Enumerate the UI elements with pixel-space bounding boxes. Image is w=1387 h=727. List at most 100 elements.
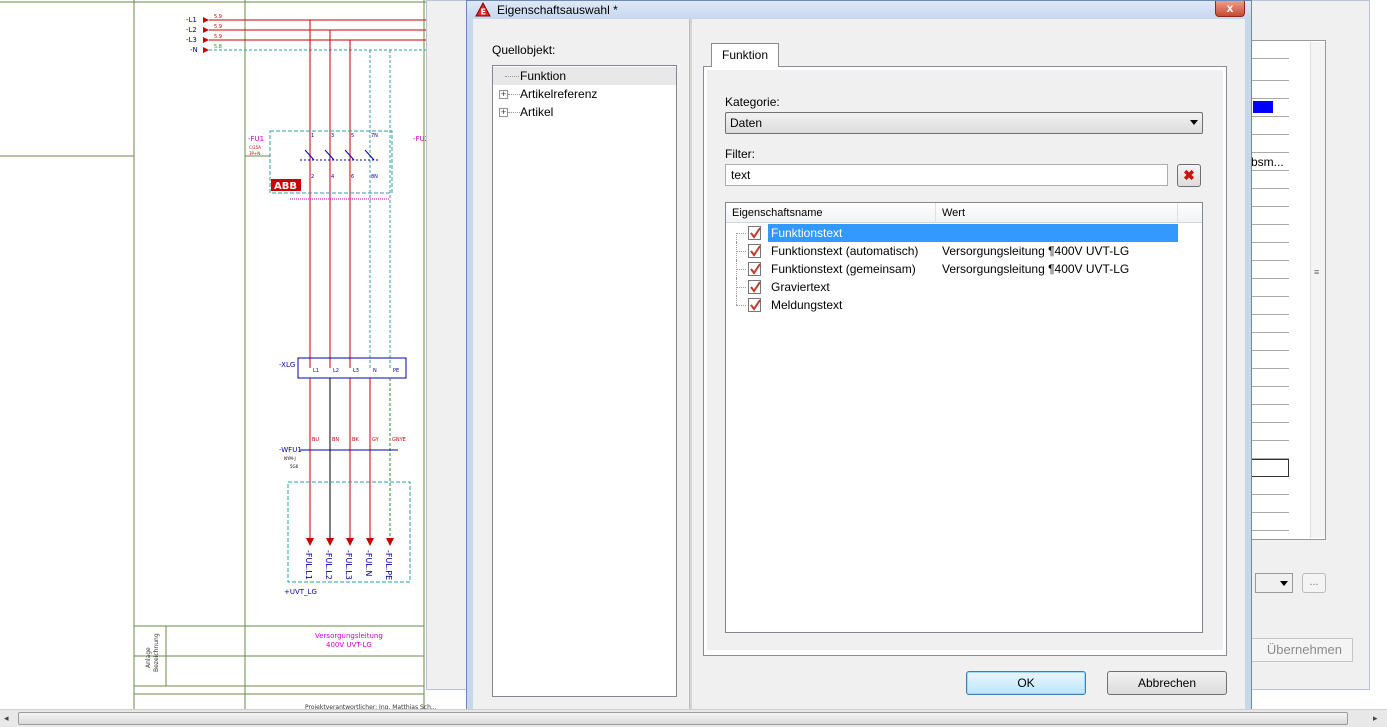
cancel-button[interactable]: Abbrechen (1107, 671, 1227, 695)
tree-item-funktion[interactable]: Funktion (493, 67, 676, 85)
horizontal-scrollbar[interactable]: ◂ ▸ (0, 709, 1387, 727)
cable-color-bu: BU (312, 437, 319, 443)
scroll-grip-icon: ≡ (1314, 267, 1320, 277)
property-row[interactable]: Funktionstext (gemeinsam) Versorgungslei… (726, 260, 1202, 278)
terminal-pin-l1: L1 (313, 368, 319, 374)
tree-connector (505, 76, 519, 77)
side-label-2: Bezeichnung (153, 633, 160, 672)
cable-spec-1: NYM-J (284, 456, 296, 461)
cable-color-bk: BK (352, 437, 359, 443)
category-select[interactable]: Daten (725, 112, 1203, 134)
app-icon: E (475, 2, 491, 17)
title-line-1: Versorgungsleitung (315, 632, 383, 640)
fuse-pin-1: 1 (311, 133, 314, 139)
fuse-pin-5: 5 (351, 133, 354, 139)
ok-button[interactable]: OK (966, 671, 1086, 695)
tree-connector (508, 112, 520, 113)
background-scrollbar[interactable]: ≡ (1310, 42, 1325, 538)
filter-label: Filter: (725, 147, 755, 161)
fuse-pin-7n: 7N (371, 133, 378, 139)
category-label: Kategorie: (725, 95, 780, 109)
fuse-pin-4: 4 (331, 174, 334, 180)
property-list[interactable]: Eigenschaftsname Wert Funktionstext Funk… (725, 202, 1203, 633)
scroll-right-icon[interactable]: ▸ (1373, 713, 1378, 724)
category-value: Daten (730, 116, 763, 130)
source-object-tree[interactable]: Funktion + Artikelreferenz + Artikel (492, 65, 677, 697)
supply-label-l2: -L2 (186, 26, 197, 34)
property-name: Funktionstext (automatisch) (771, 244, 919, 258)
tree-item-label: Funktion (520, 69, 567, 83)
checkbox-checked-icon[interactable] (748, 262, 761, 276)
property-name: Funktionstext (gemeinsam) (771, 262, 916, 276)
checkbox-checked-icon[interactable] (748, 280, 761, 294)
supply-ref-l3: 5.9 (214, 34, 222, 40)
property-name: Funktionstext (768, 224, 1178, 242)
property-selection-dialog: E Eigenschaftsauswahl * x Quellobjekt: F… (466, 0, 1252, 722)
property-list-header: Eigenschaftsname Wert (726, 203, 1202, 223)
fuse-pin-2: 2 (311, 174, 314, 180)
cable-color-gy: GY (372, 437, 380, 443)
property-name: Meldungstext (771, 298, 843, 312)
terminal-tag: -XLG (279, 361, 295, 369)
chevron-down-icon (1190, 120, 1198, 125)
tree-item-label: Artikel (520, 105, 554, 119)
tree-item-artikelreferenz[interactable]: + Artikelreferenz (493, 85, 676, 103)
property-row[interactable]: Meldungstext (726, 296, 1202, 314)
terminal-pin-n: N (373, 368, 377, 374)
filter-input[interactable]: text (725, 164, 1168, 186)
close-icon: ✖ (1183, 167, 1195, 183)
dialog-titlebar[interactable]: E Eigenschaftsauswahl * x (467, 1, 1251, 19)
side-label-1: Anlage (145, 647, 152, 668)
dialog-body: Quellobjekt: Funktion + Artikelreferenz … (473, 19, 1245, 715)
scrollbar-thumb[interactable] (18, 712, 1348, 725)
target-l2: -FUL.L2 (324, 550, 333, 580)
tree-item-artikel[interactable]: + Artikel (493, 103, 676, 121)
cable-color-gnye: GNYE (392, 437, 406, 443)
tree-connector (508, 94, 520, 95)
property-value: Versorgungsleitung ¶400V UVT-LG (942, 244, 1130, 258)
apply-button[interactable]: Übernehmen (1247, 638, 1353, 662)
supply-ref-l1: 5.9 (214, 14, 222, 20)
dialog-title: Eigenschaftsauswahl * (497, 3, 618, 17)
terminal-pin-pe: PE (393, 368, 399, 374)
property-value: Versorgungsleitung ¶400V UVT-LG (942, 262, 1130, 276)
source-object-label: Quellobjekt: (492, 43, 556, 57)
supply-label-l3: -L3 (186, 36, 197, 44)
supply-label-l1: -L1 (186, 16, 197, 24)
checkbox-checked-icon[interactable] (748, 226, 761, 240)
fuse-pin-8n: 8N (371, 174, 378, 180)
property-name: Graviertext (771, 280, 830, 294)
background-cell: bsm... (1249, 153, 1289, 171)
column-header-value[interactable]: Wert (936, 203, 1178, 223)
svg-text:E: E (481, 8, 486, 17)
ellipsis-button[interactable]: ... (1302, 573, 1326, 593)
property-row[interactable]: Graviertext (726, 278, 1202, 296)
target-l1: -FUL.L1 (304, 550, 313, 580)
panel-splitter[interactable] (689, 19, 692, 715)
tab-funktion[interactable]: Funktion (711, 43, 779, 67)
property-row[interactable]: Funktionstext (automatisch) Versorgungsl… (726, 242, 1202, 260)
fuse-spec-2: 3P+N (249, 151, 260, 156)
expand-icon[interactable]: + (499, 108, 508, 117)
fuse-pin-3: 3 (331, 133, 334, 139)
background-dropdown[interactable] (1255, 573, 1293, 593)
target-pe: -FUL.PE (384, 550, 393, 580)
property-row[interactable]: Funktionstext (726, 224, 1202, 242)
target-l3: -FUL.L3 (344, 550, 353, 580)
location-label: +UVT_LG (284, 588, 317, 596)
fuse-pin-6: 6 (351, 174, 354, 180)
checkbox-checked-icon[interactable] (748, 298, 761, 312)
close-button[interactable]: x (1215, 1, 1245, 17)
terminal-pin-l3: L3 (353, 368, 359, 374)
scroll-left-icon[interactable]: ◂ (4, 713, 9, 724)
column-header-name[interactable]: Eigenschaftsname (726, 203, 936, 223)
supply-ref-l2: 5.9 (214, 24, 222, 30)
expand-icon[interactable]: + (499, 90, 508, 99)
checkbox-checked-icon[interactable] (748, 244, 761, 258)
fuse-spec-1: C/25A (249, 145, 261, 150)
supply-label-n: -N (190, 46, 198, 54)
close-icon: x (1226, 1, 1234, 15)
tree-item-label: Artikelreferenz (520, 87, 598, 101)
abb-logo: ABB (274, 181, 297, 192)
clear-filter-button[interactable]: ✖ (1177, 164, 1201, 187)
